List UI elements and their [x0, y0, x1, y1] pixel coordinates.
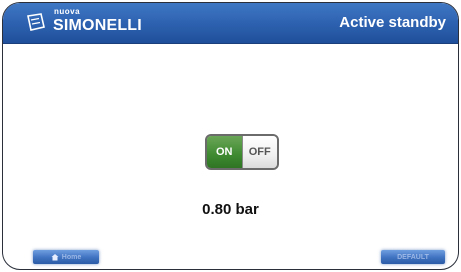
brand-wordmark: nuova SIMONELLI [53, 8, 142, 34]
standby-toggle[interactable]: ON OFF [205, 134, 279, 170]
home-button[interactable]: Home [33, 250, 99, 264]
brand-mark-icon [27, 13, 45, 31]
toggle-off-option[interactable]: OFF [242, 136, 277, 168]
default-button-label: DEFAULT [397, 253, 429, 261]
brand-main-text: SIMONELLI [53, 17, 142, 34]
home-button-label: Home [61, 253, 82, 261]
toggle-on-option[interactable]: ON [207, 136, 243, 168]
brand-small-text: nuova [54, 7, 81, 16]
page-title: Active standby [339, 14, 446, 31]
home-icon [51, 254, 59, 261]
default-button[interactable]: DEFAULT [381, 250, 445, 264]
pressure-value: 0.80 bar [202, 201, 259, 218]
brand-logo: nuova SIMONELLI [25, 8, 142, 37]
header-bar: nuova SIMONELLI Active standby [3, 3, 458, 44]
display-screen: nuova SIMONELLI Active standby ON OFF 0.… [2, 2, 459, 270]
